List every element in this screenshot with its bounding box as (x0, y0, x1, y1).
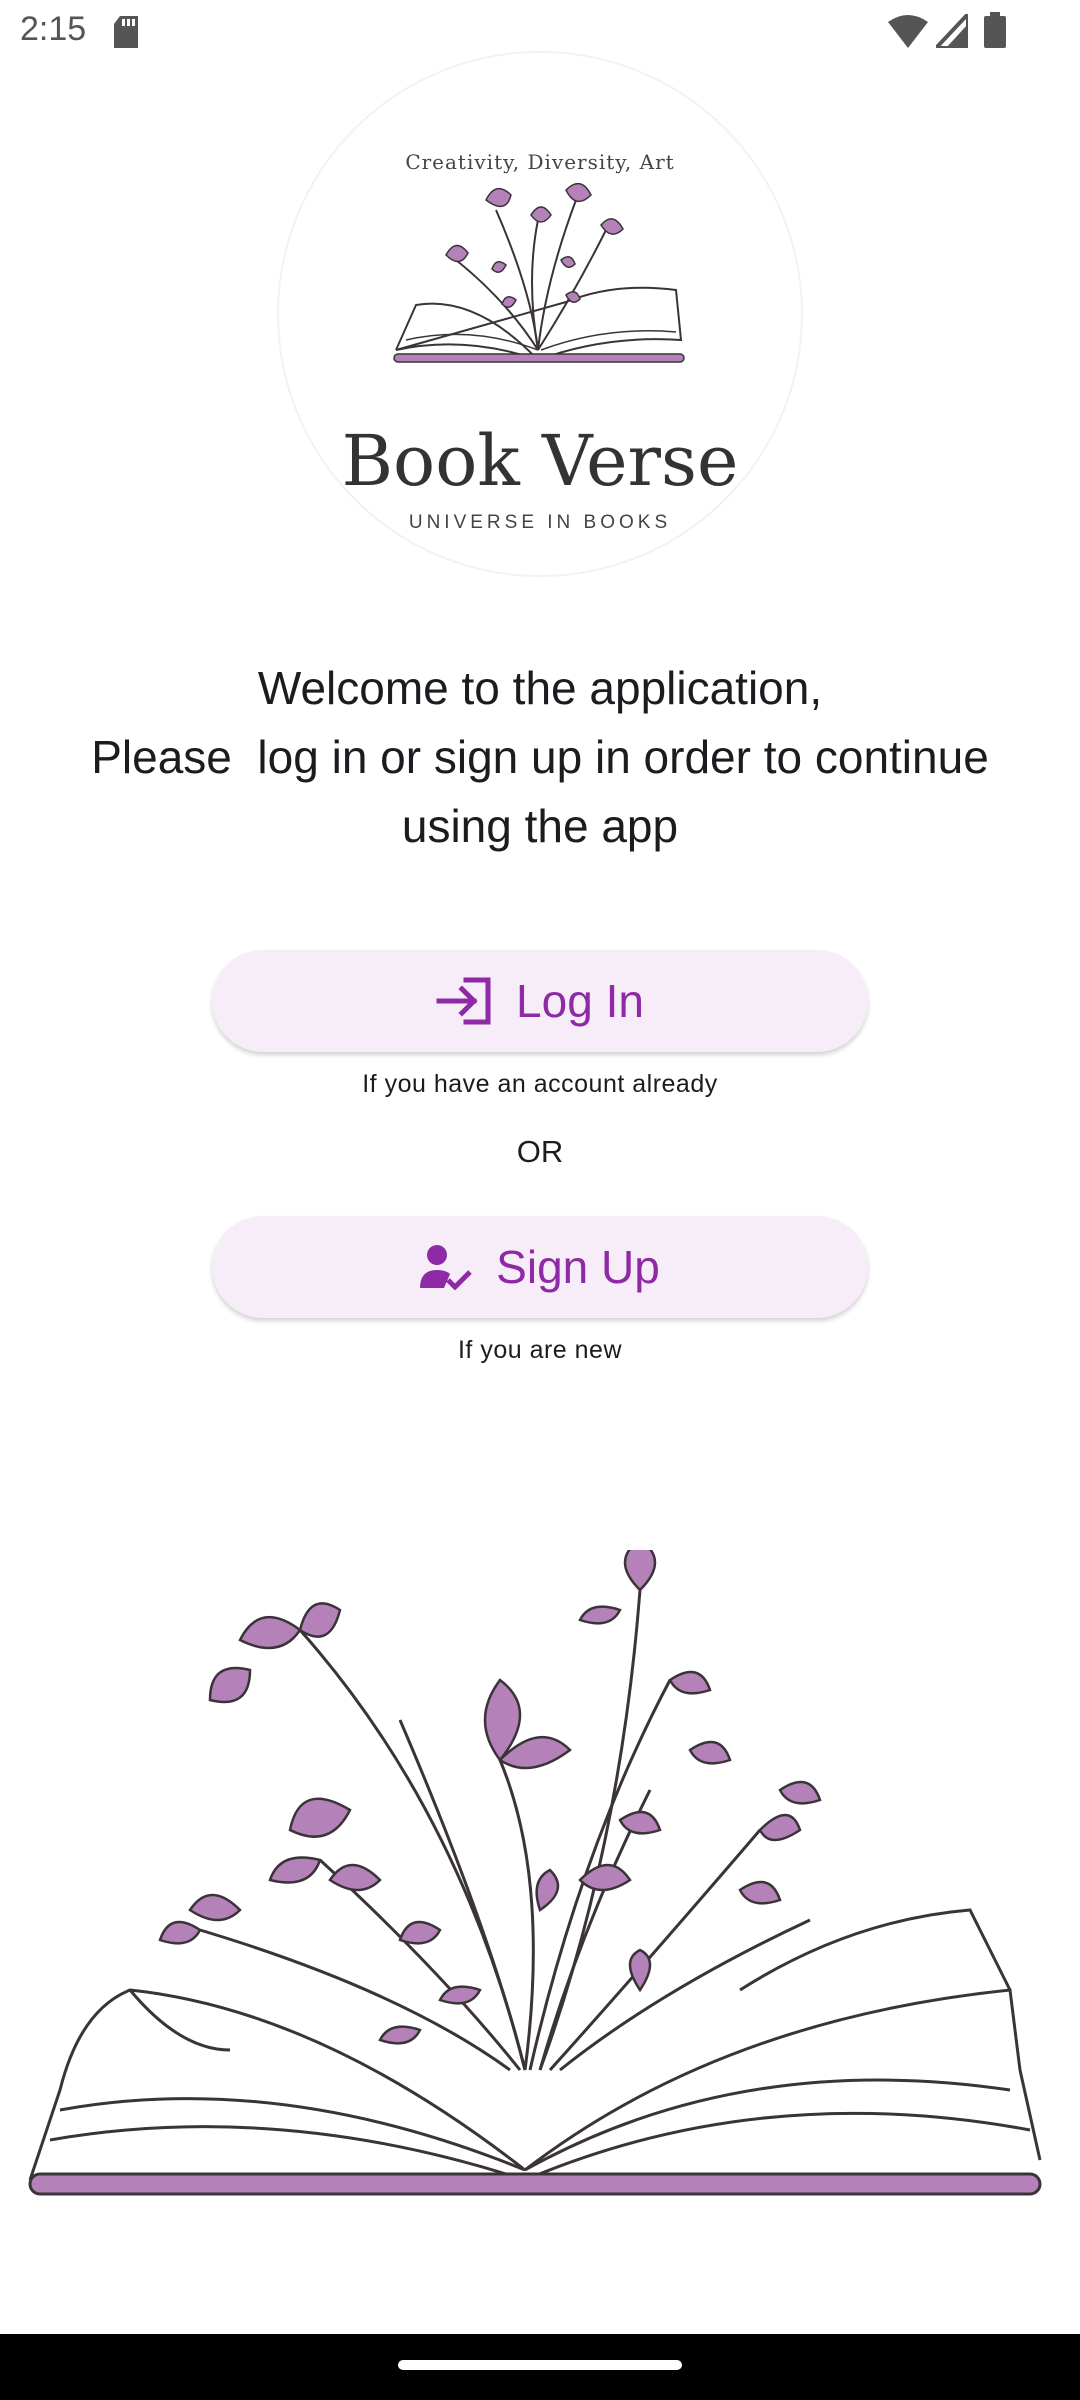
or-separator: OR (516, 1134, 564, 1169)
welcome-line-1: Welcome to the application, (257, 662, 823, 714)
welcome-line-3: using the app (401, 800, 679, 852)
welcome-message: Welcome to the application, Please log i… (40, 654, 1040, 861)
login-button-label: Log In (516, 975, 644, 1027)
status-time: 2:15 (20, 10, 87, 48)
home-gesture-handle[interactable] (398, 2360, 682, 2370)
app-logo: Creativity, Diversity, Art Book Verse UN… (276, 50, 804, 578)
logo-title: Book Verse (341, 420, 739, 502)
login-button[interactable]: Log In (212, 950, 868, 1052)
signup-button[interactable]: Sign Up (212, 1216, 868, 1318)
logo-subtitle: UNIVERSE IN BOOKS (408, 512, 672, 533)
login-arrow-icon (436, 977, 491, 1025)
wifi-icon (888, 15, 928, 48)
logo-tagline: Creativity, Diversity, Art (405, 150, 675, 174)
book-flowers-illustration (20, 1538, 1060, 2210)
signup-button-label: Sign Up (496, 1241, 660, 1293)
signal-icon (936, 14, 968, 48)
battery-icon (984, 12, 1006, 48)
welcome-line-2: Please log in or sign up in order to con… (91, 731, 989, 783)
login-hint: If you have an account already (362, 1070, 718, 1098)
signup-hint: If you are new (457, 1336, 623, 1364)
sd-card-icon (114, 16, 138, 48)
person-check-icon (420, 1245, 472, 1290)
